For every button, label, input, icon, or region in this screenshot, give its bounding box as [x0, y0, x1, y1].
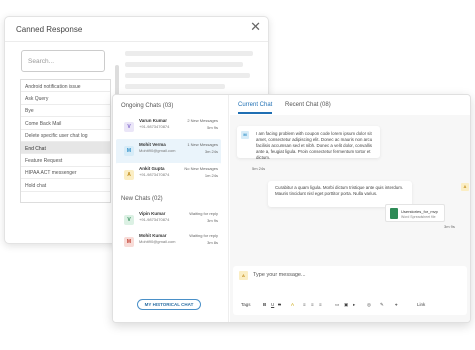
canned-item-active[interactable]: End Chat	[21, 141, 110, 155]
contact-name: Mohit Kumar	[139, 233, 167, 238]
chat-time: 3m 9s	[207, 218, 218, 223]
conversation-panel: Current Chat Recent Chat (08) M I am fac…	[230, 95, 470, 322]
edit-button[interactable]: ✎	[380, 302, 384, 308]
contact-name: Vipin Kumar	[139, 211, 166, 216]
incoming-message: M I am facing problem with coupon code l…	[237, 126, 380, 160]
chat-time: 3m 24s	[204, 149, 218, 154]
chat-card[interactable]: M Mohit Kumar Mohit90@gmail.com Waiting …	[116, 230, 221, 255]
chat-card-selected[interactable]: M Mohit Verma Mohit90@gmail.com 1 New Me…	[116, 139, 221, 164]
align-button[interactable]: ≡	[319, 302, 322, 307]
canned-item[interactable]: Android notification issue	[21, 80, 110, 93]
ongoing-chats-title: Ongoing Chats (03)	[121, 103, 174, 109]
stage: Canned Response ✕ Search... Android noti…	[0, 0, 475, 350]
contact-name: Ankit Gupta	[139, 166, 165, 171]
text-color-button[interactable]: A	[291, 302, 294, 307]
emoji-button[interactable]: ◎	[367, 302, 371, 308]
preview-placeholder-line	[125, 73, 250, 78]
canned-item[interactable]: Delete specific user chat log	[21, 130, 110, 142]
chat-time: 5m 9s	[207, 125, 218, 130]
formatting-toolbar: Tags B U S A ≡ ≡ ≡ ▭ ▣ ▸ ◎ ✎ ⌖ Link	[237, 300, 463, 310]
contact-name: Varun Kumar	[139, 118, 168, 123]
avatar: M	[241, 131, 249, 139]
contact-phone: +91-9873470874	[139, 124, 170, 129]
canned-item[interactable]: Bye	[21, 105, 110, 118]
chat-tabs: Current Chat Recent Chat (08)	[230, 95, 470, 115]
avatar: A	[124, 170, 134, 180]
embed-button[interactable]: ▭	[335, 302, 339, 308]
chat-time: 3m 8s	[207, 240, 218, 245]
canned-response-title: Canned Response	[16, 25, 83, 34]
image-button[interactable]: ▣	[344, 302, 348, 308]
chat-status: 1 New Messages	[187, 142, 218, 147]
file-name: Userstories_for_mvp	[401, 209, 438, 214]
chat-status: Waiting for reply	[189, 233, 218, 238]
tab-current-chat[interactable]: Current Chat	[238, 102, 272, 108]
file-attachment[interactable]: Userstories_for_mvp Word Spreadsheet fil…	[385, 204, 445, 222]
avatar: A	[239, 271, 248, 280]
canned-item[interactable]: Hold chat	[21, 179, 110, 192]
outgoing-time: 3m 9s	[444, 224, 455, 229]
spreadsheet-icon	[390, 208, 398, 219]
canned-list: Android notification issue Ask Query Bye…	[20, 79, 111, 203]
contact-phone: Mohit90@gmail.com	[139, 239, 176, 244]
chat-list-panel: Ongoing Chats (03) V Varun Kumar +91-987…	[113, 95, 229, 322]
avatar: M	[124, 146, 134, 156]
close-icon[interactable]: ✕	[250, 20, 261, 33]
list-button[interactable]: ≡	[303, 302, 306, 307]
canned-item[interactable]: Feature Request	[21, 154, 110, 167]
new-chats-title: New Chats (02)	[121, 196, 163, 202]
canned-item[interactable]: Come Back Mail	[21, 117, 110, 130]
active-tab-indicator	[238, 112, 272, 114]
canned-search-input[interactable]: Search...	[21, 50, 105, 72]
contact-phone: +91-9873470874	[139, 172, 170, 177]
attach-button[interactable]: ⌖	[395, 302, 398, 307]
file-meta: Word Spreadsheet file	[401, 215, 436, 219]
message-input[interactable]: Type your message...	[253, 272, 306, 278]
tab-recent-chat[interactable]: Recent Chat (08)	[285, 102, 331, 108]
bold-button[interactable]: B	[263, 302, 266, 307]
underline-button[interactable]: U	[271, 302, 274, 307]
contact-name: Mohit Verma	[139, 142, 166, 147]
canned-item[interactable]: HIPAA ACT messenger	[21, 167, 110, 180]
list-button[interactable]: ≡	[311, 302, 314, 307]
incoming-message-text: I am facing problem with coupon code lor…	[256, 131, 373, 160]
link-button[interactable]: Link	[417, 302, 425, 307]
incoming-time: 5m 24s	[252, 166, 266, 171]
contact-phone: Mohit90@gmail.com	[139, 148, 176, 153]
contact-phone: +91-9873470874	[139, 217, 170, 222]
modal-divider	[5, 41, 268, 42]
video-button[interactable]: ▸	[353, 302, 355, 308]
chat-card[interactable]: A Ankit Gupta +91-9873470874 No New Mess…	[116, 163, 221, 188]
chat-status: No New Messages	[184, 166, 218, 171]
chat-status: Waiting for reply	[189, 211, 218, 216]
chat-time: 1m 24s	[204, 173, 218, 178]
avatar: V	[124, 122, 134, 132]
tags-button[interactable]: Tags	[241, 302, 251, 307]
preview-placeholder-line	[125, 51, 253, 56]
chat-window: Ongoing Chats (03) V Varun Kumar +91-987…	[112, 94, 471, 323]
avatar: A	[461, 183, 469, 191]
strike-button[interactable]: S	[278, 302, 281, 307]
message-composer: A Type your message... Tags B U S A ≡ ≡ …	[233, 266, 467, 315]
chat-status: 2 New Messages	[187, 118, 218, 123]
my-historical-chat-button[interactable]: MY HISTORICAL CHAT	[137, 299, 201, 310]
avatar: V	[124, 215, 134, 225]
preview-placeholder-line	[125, 84, 225, 89]
canned-item[interactable]: Ask Query	[21, 92, 110, 105]
chat-card[interactable]: V Varun Kumar +91-9873470874 2 New Messa…	[116, 115, 221, 140]
preview-placeholder-line	[125, 62, 243, 67]
avatar: M	[124, 237, 134, 247]
